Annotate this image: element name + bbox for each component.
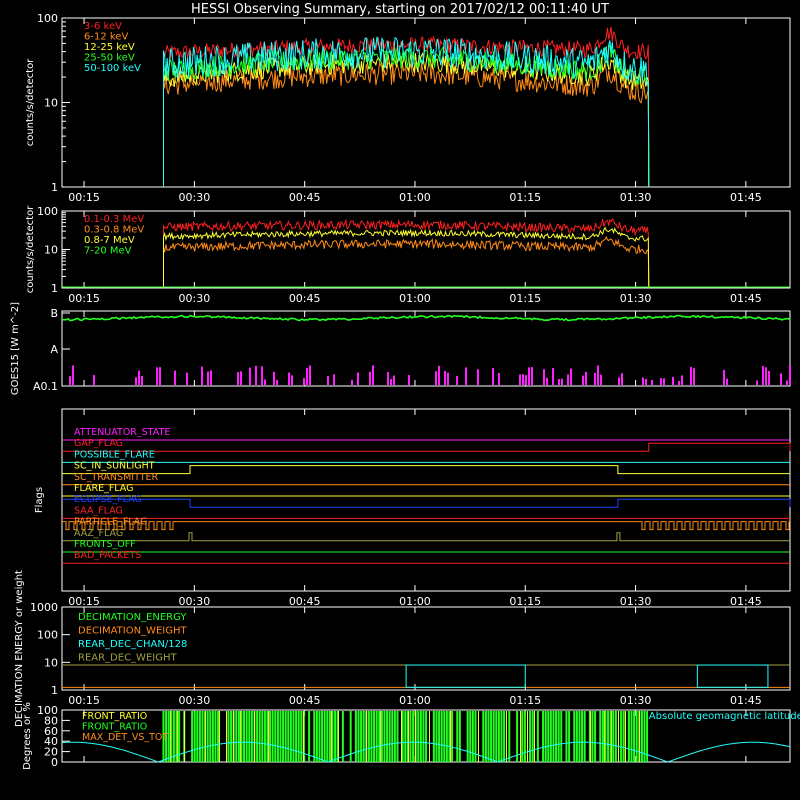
y-axis-label: counts/s/detector [25, 205, 36, 293]
y-tick-label: 10 [44, 656, 58, 669]
y-tick-label: A [50, 343, 58, 356]
x-tick-label: 01:30 [620, 694, 652, 707]
flag-label: AAZ_FLAG [74, 528, 123, 539]
legend-entry: 0.8-7 MeV [84, 235, 135, 246]
y-tick-label: 100 [37, 704, 58, 717]
legend-entry: FRONT_RATIO [82, 722, 147, 733]
legend-entry: 12-25 keV [84, 42, 135, 53]
flag-label: FRONTS_OFF [74, 539, 136, 550]
x-tick-label: 01:00 [399, 595, 431, 608]
x-tick-label: 00:15 [68, 595, 100, 608]
x-tick-label: 01:15 [509, 595, 541, 608]
flag-label: SAA_FLAG [74, 505, 123, 516]
y-tick-label: A0.1 [33, 380, 58, 393]
x-tick-label: 01:00 [399, 694, 431, 707]
x-tick-label: 01:30 [620, 292, 652, 305]
flag-label: SC_TRANSMITTER [74, 472, 159, 483]
x-tick-label: 00:45 [289, 191, 321, 204]
legend-entry: 0.3-0.8 MeV [84, 225, 144, 236]
x-tick-label: 00:45 [289, 595, 321, 608]
hessi-summary-chart: HESSI Observing Summary, starting on 201… [0, 0, 800, 800]
legend-entry: DECIMATION_ENERGY [78, 612, 187, 623]
legend-entry: 0.1-0.3 MeV [84, 214, 144, 225]
y-tick-label: 1 [51, 282, 58, 295]
y-tick-label: B [50, 307, 58, 320]
y-tick-label: 100 [37, 205, 58, 218]
x-tick-label: 00:30 [179, 292, 211, 305]
x-tick-label: 01:00 [399, 191, 431, 204]
y-axis-label: GOES15 [W m^-2] [10, 302, 21, 395]
legend-entry: 7-20 MeV [84, 246, 132, 257]
y-tick-label: 10 [44, 244, 58, 257]
y-axis-label: Flags [34, 487, 45, 513]
y-tick-label: 1000 [30, 601, 58, 614]
y-tick-label: 10 [44, 97, 58, 110]
legend-entry: REAR_DEC_WEIGHT [78, 653, 177, 664]
chart-title: HESSI Observing Summary, starting on 201… [191, 2, 609, 17]
x-tick-label: 01:45 [730, 694, 762, 707]
y-tick-label: 1 [51, 684, 58, 697]
x-tick-label: 00:15 [68, 292, 100, 305]
legend-entry: 3-6 keV [84, 21, 122, 32]
x-tick-label: 01:45 [730, 595, 762, 608]
x-tick-label: 01:30 [620, 595, 652, 608]
x-tick-label: 00:30 [179, 191, 211, 204]
x-tick-label: 01:45 [730, 292, 762, 305]
geo-annotation: Absolute geomagnetic latitude [649, 711, 800, 722]
x-tick-label: 00:45 [289, 292, 321, 305]
legend-entry: 25-50 keV [84, 53, 135, 64]
x-tick-label: 01:15 [509, 292, 541, 305]
x-tick-label: 01:15 [509, 694, 541, 707]
legend-entry: MAX_DET_VS_TOT [82, 732, 168, 743]
x-tick-label: 00:15 [68, 694, 100, 707]
legend-entry: REAR_DEC_CHAN/128 [78, 639, 187, 650]
x-tick-label: 01:45 [730, 191, 762, 204]
x-tick-label: 01:30 [620, 191, 652, 204]
flag-label: BAD_PACKETS [74, 550, 141, 561]
y-axis-label: counts/s/detector [25, 58, 36, 146]
legend-entry: DECIMATION_WEIGHT [78, 626, 187, 637]
x-tick-label: 01:15 [509, 191, 541, 204]
y-axis-label: Degrees or % [22, 702, 33, 770]
y-tick-label: 100 [37, 12, 58, 25]
flag-label: SC_IN_SUNLIGHT [74, 461, 155, 472]
y-tick-label: 1 [51, 181, 58, 194]
legend-entry: 6-12 keV [84, 32, 128, 43]
x-tick-label: 00:30 [179, 694, 211, 707]
x-tick-label: 00:45 [289, 694, 321, 707]
flag-label: GAP_FLAG [74, 438, 123, 449]
legend-entry: FRONT_RATIO [82, 711, 147, 722]
flag-label: FLARE_FLAG [74, 483, 134, 494]
x-tick-label: 01:00 [399, 292, 431, 305]
x-tick-label: 00:30 [179, 595, 211, 608]
legend-entry: 50-100 keV [84, 63, 141, 74]
y-tick-label: 100 [37, 629, 58, 642]
x-tick-label: 00:15 [68, 191, 100, 204]
flag-label: POSSIBLE_FLARE [74, 449, 155, 460]
flag-label: ATTENUATOR_STATE [74, 427, 170, 438]
